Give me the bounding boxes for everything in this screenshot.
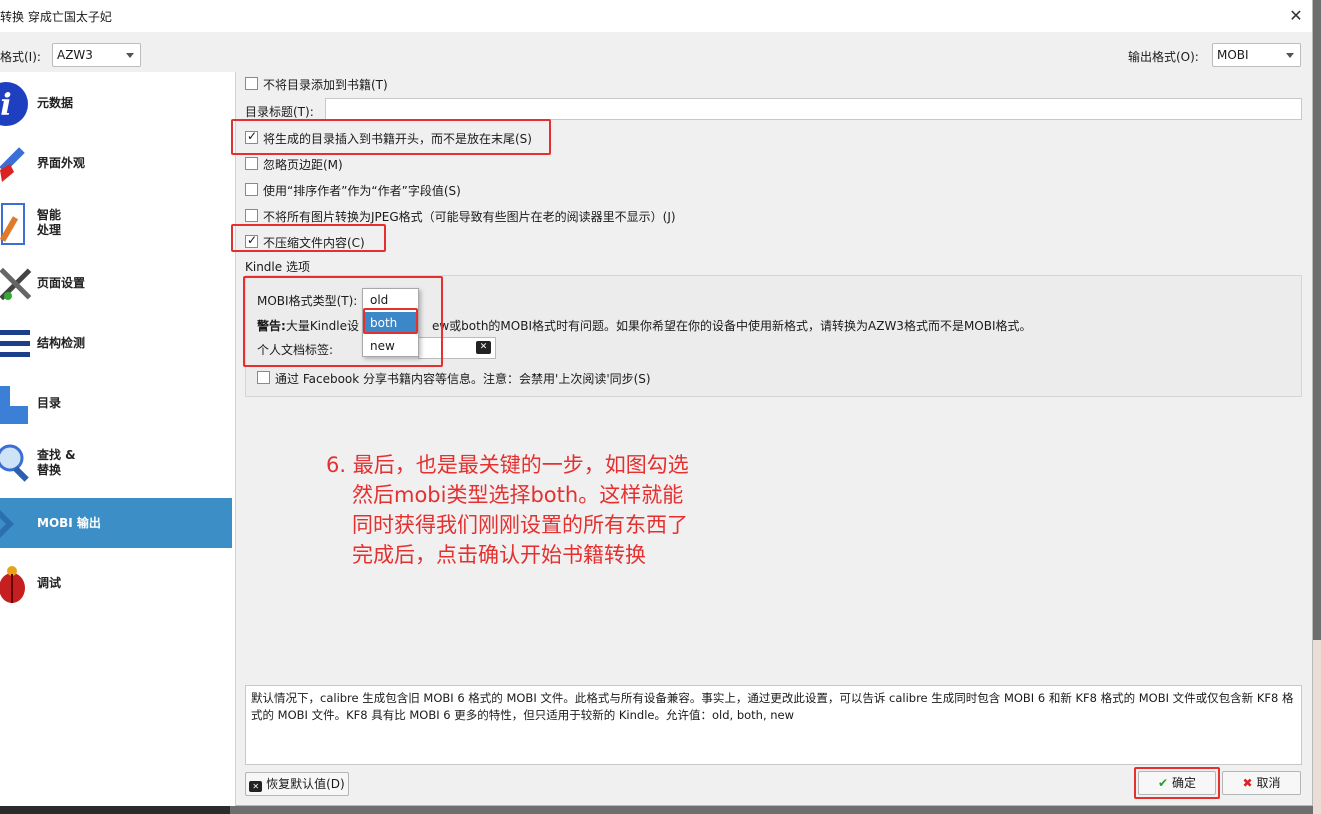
sidebar-item-label: 调试 bbox=[37, 576, 62, 590]
input-format-select[interactable]: AZW3 bbox=[52, 43, 141, 67]
sidebar-item-heuristics[interactable]: 智能 处理 bbox=[0, 198, 232, 248]
sidebar-item-label: 页面设置 bbox=[37, 276, 86, 290]
sidebar-item-mobi-output[interactable]: MOBI 输出 bbox=[0, 498, 232, 548]
author-sort-label: 使用“排序作者”作为“作者”字段值(S) bbox=[263, 184, 461, 198]
sidebar-item-debug[interactable]: 调试 bbox=[0, 558, 232, 608]
no-jpeg-checkbox[interactable] bbox=[245, 209, 258, 222]
sidebar-item-label: 查找 & 替换 bbox=[37, 448, 76, 477]
sidebar-item-label: 结构检测 bbox=[37, 336, 86, 350]
sidebar-item-label: 目录 bbox=[37, 396, 62, 410]
sidebar-item-label: 元数据 bbox=[37, 96, 74, 110]
sidebar: i 元数据 界面外观 智能 处理 页面设置 结构检测 目录 查找 & 替换 MO… bbox=[0, 72, 236, 806]
highlight-kindle-type bbox=[243, 276, 443, 367]
kindle-section-label: Kindle 选项 bbox=[245, 260, 310, 274]
input-format-value: AZW3 bbox=[57, 48, 93, 62]
toc-title-input[interactable] bbox=[325, 98, 1302, 120]
ignore-margins-checkbox[interactable] bbox=[245, 157, 258, 170]
input-format-label: 格式(I): bbox=[0, 50, 41, 64]
sidebar-item-label: 智能 处理 bbox=[37, 208, 62, 237]
info-icon: i bbox=[0, 82, 28, 126]
background-window-edge bbox=[1313, 640, 1321, 814]
sidebar-item-look-feel[interactable]: 界面外观 bbox=[0, 138, 232, 188]
help-text-box: 默认情况下，calibre 生成包含旧 MOBI 6 格式的 MOBI 文件。此… bbox=[245, 685, 1302, 765]
no-jpeg-label: 不将所有图片转换为JPEG格式（可能导致有些图片在老的阅读器里不显示）(J) bbox=[263, 210, 676, 224]
highlight-toc-at-start bbox=[231, 119, 551, 155]
chevron-down-icon bbox=[1286, 53, 1294, 58]
facebook-share-checkbox[interactable] bbox=[257, 371, 270, 384]
author-sort-checkbox[interactable] bbox=[245, 183, 258, 196]
brush-icon bbox=[0, 147, 25, 182]
tutorial-annotation: 6. 最后，也是最关键的一步，如图勾选 然后mobi类型选择both。这样就能 … bbox=[326, 450, 689, 570]
sidebar-item-label: 界面外观 bbox=[37, 156, 86, 170]
structure-lines-icon bbox=[0, 330, 30, 357]
bug-icon bbox=[0, 566, 25, 603]
clear-icon[interactable]: ✕ bbox=[476, 341, 491, 354]
magnifier-icon bbox=[0, 444, 29, 482]
document-edit-icon bbox=[0, 203, 25, 245]
warning-text-rest: ew或both的MOBI格式时有问题。如果你希望在你的设备中使用新格式，请转换为… bbox=[431, 319, 1032, 333]
output-format-label: 输出格式(O): bbox=[1128, 50, 1199, 64]
convert-dialog: 转换 穿成亡国太子妃 ✕ 格式(I): AZW3 输出格式(O): MOBI i… bbox=[0, 0, 1313, 806]
sidebar-item-toc[interactable]: 目录 bbox=[0, 378, 232, 428]
highlight-ok-button bbox=[1134, 767, 1220, 799]
output-format-select[interactable]: MOBI bbox=[1212, 43, 1301, 67]
toc-pointer-icon bbox=[0, 386, 28, 424]
sidebar-item-metadata[interactable]: i 元数据 bbox=[0, 78, 232, 128]
cancel-button[interactable]: ✖ 取消 bbox=[1222, 771, 1301, 795]
restore-label: 恢复默认值(D) bbox=[266, 777, 345, 791]
title-bar: 转换 穿成亡国太子妃 ✕ bbox=[0, 0, 1312, 32]
tools-icon bbox=[0, 267, 32, 301]
output-format-value: MOBI bbox=[1217, 48, 1249, 62]
close-icon[interactable]: ✕ bbox=[1280, 0, 1312, 32]
sidebar-item-label: MOBI 输出 bbox=[37, 516, 101, 530]
annotation-line-3: 同时获得我们刚刚设置的所有东西了 bbox=[352, 513, 688, 537]
svg-text:i: i bbox=[0, 88, 11, 123]
highlight-dont-compress bbox=[231, 224, 386, 252]
sidebar-item-page-setup[interactable]: 页面设置 bbox=[0, 258, 232, 308]
restore-defaults-button[interactable]: ✕ 恢复默认值(D) bbox=[245, 772, 349, 796]
annotation-line-4: 完成后，点击确认开始书籍转换 bbox=[352, 543, 646, 567]
toc-title-label: 目录标题(T): bbox=[245, 105, 314, 119]
no-toc-checkbox[interactable] bbox=[245, 77, 258, 90]
cancel-label: 取消 bbox=[1256, 776, 1281, 790]
annotation-line-2: 然后mobi类型选择both。这样就能 bbox=[352, 483, 684, 507]
chevron-down-icon bbox=[126, 53, 134, 58]
restore-icon: ✕ bbox=[249, 781, 263, 792]
sidebar-item-structure[interactable]: 结构检测 bbox=[0, 318, 232, 368]
no-toc-label: 不将目录添加到书籍(T) bbox=[263, 78, 388, 92]
sidebar-item-search-replace[interactable]: 查找 & 替换 bbox=[0, 438, 232, 488]
facebook-share-label: 通过 Facebook 分享书籍内容等信息。注意：会禁用'上次阅读'同步(S) bbox=[275, 372, 651, 386]
mobi-chevron-icon bbox=[0, 510, 14, 538]
ignore-margins-label: 忽略页边距(M) bbox=[263, 158, 343, 172]
window-title: 转换 穿成亡国太子妃 bbox=[0, 10, 112, 24]
annotation-line-1: 6. 最后，也是最关键的一步，如图勾选 bbox=[326, 453, 689, 477]
cancel-x-icon: ✖ bbox=[1242, 776, 1253, 790]
